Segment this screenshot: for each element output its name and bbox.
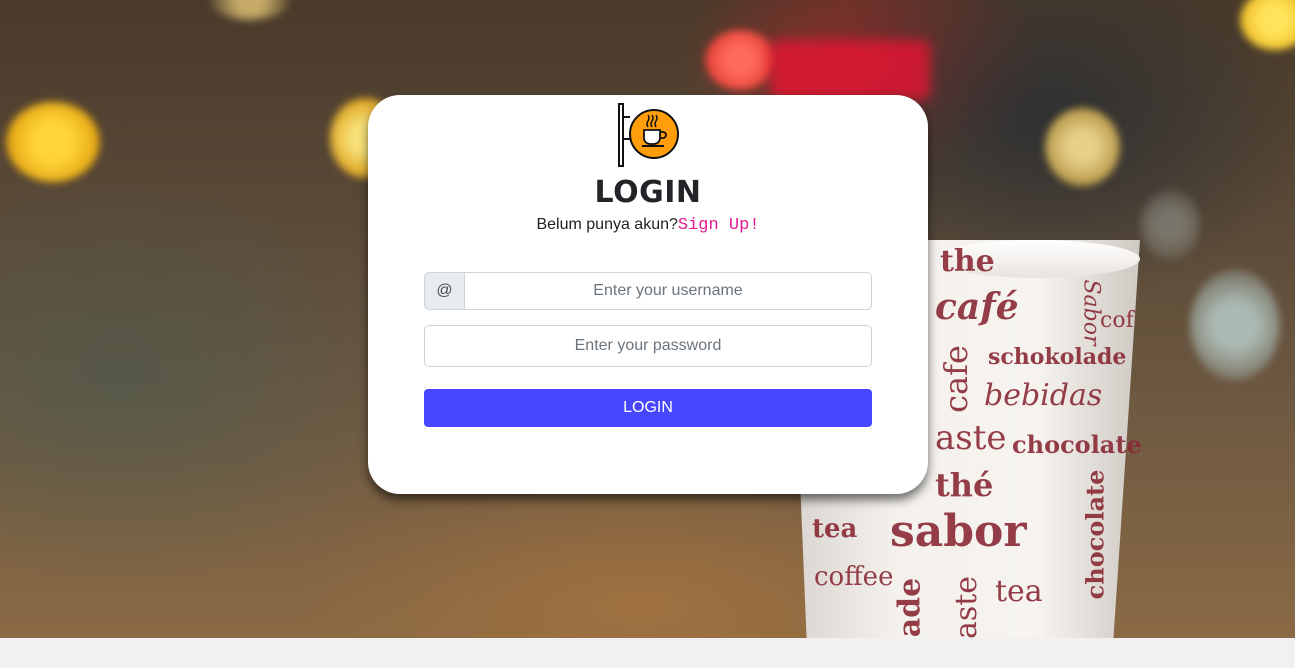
- footer-strip: [0, 638, 1295, 668]
- bokeh-light: [770, 40, 930, 100]
- bokeh-light: [210, 0, 290, 20]
- bokeh-light: [6, 102, 100, 182]
- cup-word: tea: [812, 514, 858, 544]
- cup-word: ade: [892, 577, 928, 638]
- cup-word: bebidas: [984, 378, 1103, 413]
- bokeh-light: [705, 30, 775, 90]
- cup-word: cof: [1100, 308, 1134, 333]
- cup-word: sabor: [890, 506, 1027, 557]
- at-sign-addon: @: [424, 272, 465, 310]
- bokeh-light: [1045, 108, 1120, 186]
- cup-word: café: [935, 286, 1019, 328]
- login-page: the café Sabor cof cafe schokolade bebid…: [0, 0, 1295, 668]
- cup-word: coffee: [814, 562, 894, 592]
- cup-word: chocolate: [1080, 469, 1110, 600]
- signup-prompt-text: Belum punya akun?: [536, 216, 678, 233]
- password-input[interactable]: [424, 325, 872, 367]
- bokeh-light: [1140, 190, 1200, 260]
- cup-word: aste: [949, 575, 985, 638]
- cup-word: thé: [935, 466, 994, 504]
- signup-link[interactable]: Sign Up!: [678, 216, 760, 235]
- signup-prompt: Belum punya akun?Sign Up!: [368, 216, 928, 235]
- login-button[interactable]: LOGIN: [424, 389, 872, 427]
- cup-word: aste: [935, 418, 1007, 458]
- cup-word: the: [940, 244, 995, 279]
- bokeh-light: [1240, 0, 1295, 50]
- login-card: LOGIN Belum punya akun?Sign Up! @ LOGIN: [368, 95, 928, 494]
- bokeh-light: [1190, 270, 1280, 380]
- username-input[interactable]: [465, 272, 872, 310]
- cup-word: chocolate: [1012, 430, 1142, 459]
- username-input-group: @: [424, 272, 872, 310]
- coffee-sign-logo-icon: [618, 103, 679, 167]
- login-title: LOGIN: [594, 175, 702, 210]
- cup-word: tea: [995, 574, 1043, 609]
- cup-word: schokolade: [988, 344, 1127, 370]
- cup-word: cafe: [936, 345, 975, 413]
